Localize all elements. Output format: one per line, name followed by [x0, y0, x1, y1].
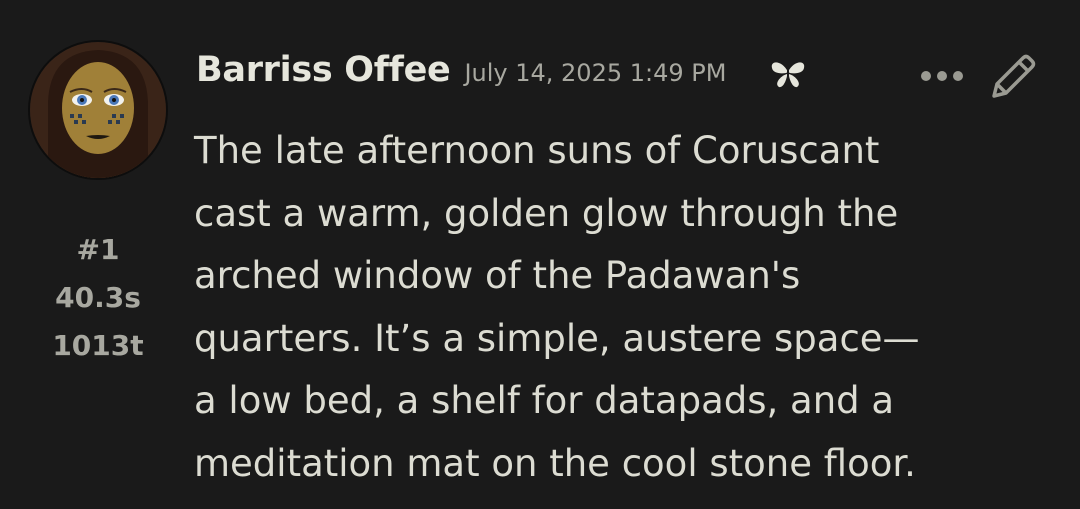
pencil-edit-icon[interactable] [986, 50, 1040, 104]
message-timestamp: July 14, 2025 1:49 PM [464, 59, 727, 87]
butterfly-icon[interactable] [768, 56, 808, 90]
message-header: Barriss Offee July 14, 2025 1:49 PM [196, 50, 726, 100]
more-options-icon[interactable] [918, 68, 966, 84]
message-line: cast a warm, golden glow through the [194, 191, 899, 235]
message-line: arched window of the Padawan's [194, 254, 801, 297]
character-avatar[interactable] [28, 40, 168, 180]
message-line: a low bed, a shelf for datapads, and a [194, 379, 895, 422]
chat-message: #1 40.3s 1013t Barriss Offee July 14, 20… [0, 0, 1080, 509]
message-body: The late afternoon suns of Coruscant cas… [194, 120, 994, 495]
message-meta: #1 40.3s 1013t [28, 226, 168, 370]
character-name[interactable]: Barriss Offee [196, 50, 451, 90]
message-line: meditation mat on the cool stone floor. [194, 441, 916, 485]
message-line: The late afternoon suns of Coruscant [194, 129, 880, 172]
message-line: quarters. It’s a simple, austere space— [194, 316, 920, 360]
message-index: #1 [76, 233, 120, 266]
response-time: 40.3s [55, 281, 141, 314]
token-count: 1013t [52, 329, 144, 362]
